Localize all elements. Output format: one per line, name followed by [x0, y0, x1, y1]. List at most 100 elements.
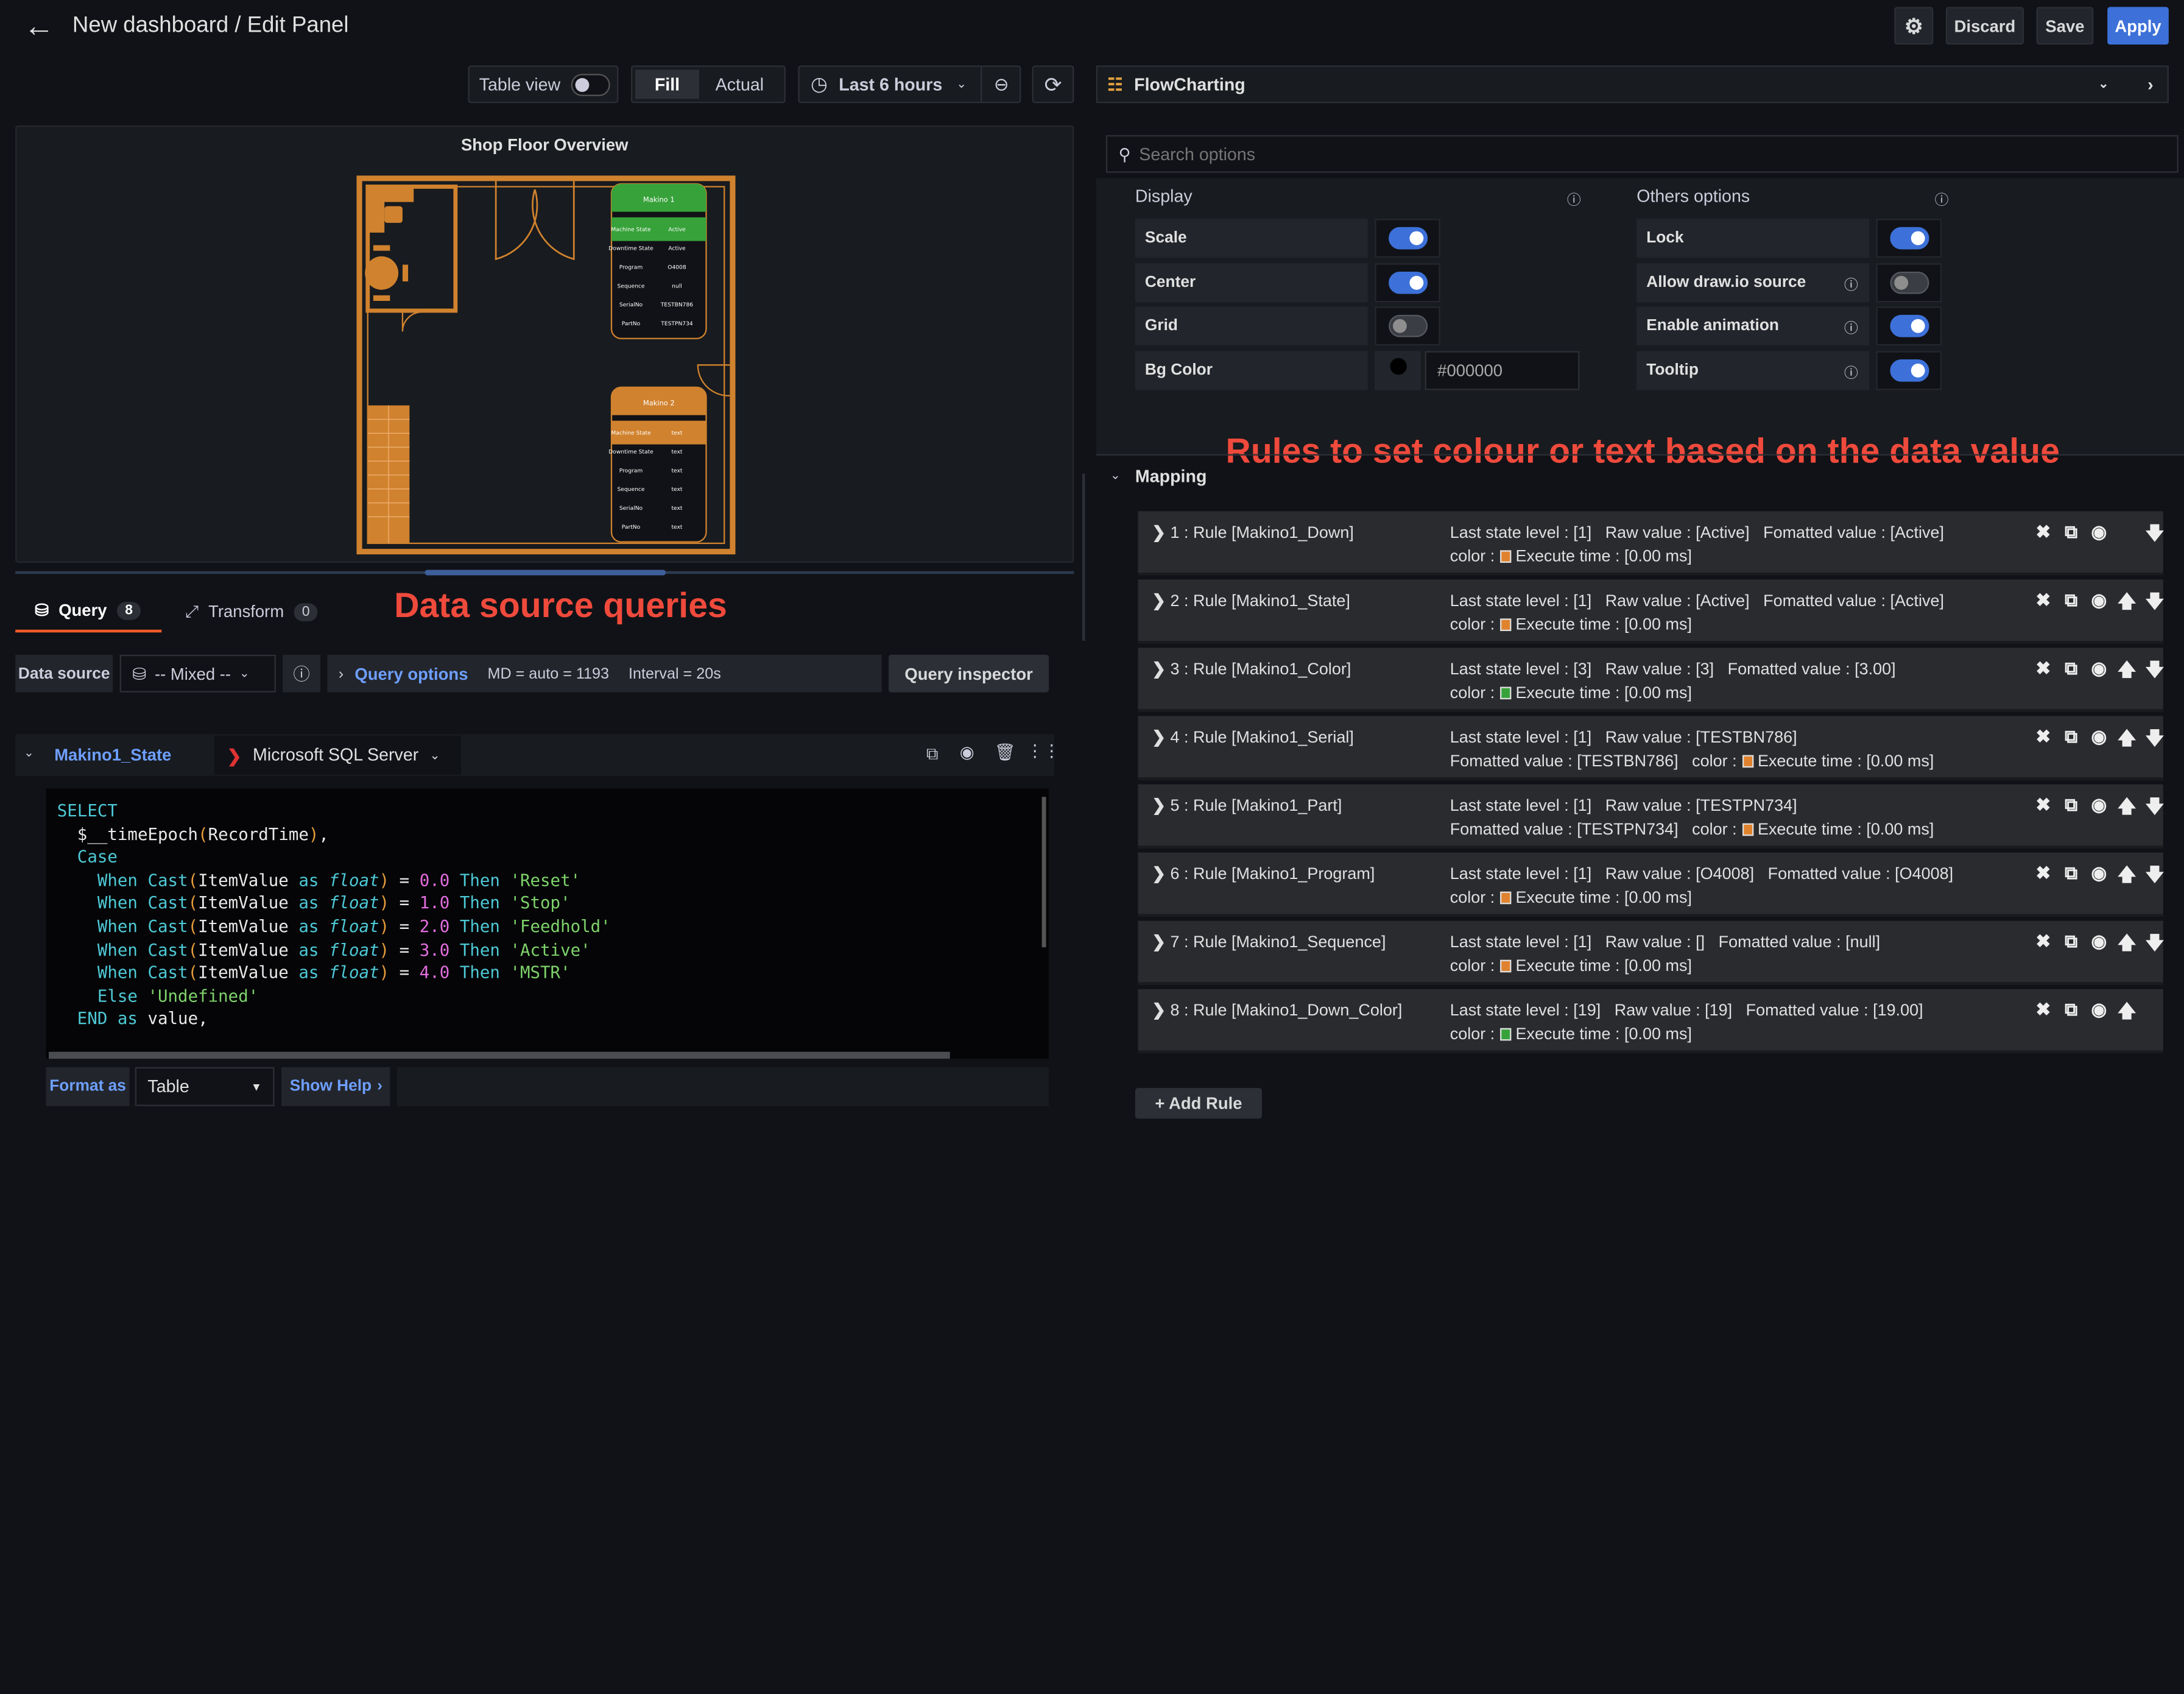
bg-color-swatch[interactable] [1375, 351, 1421, 390]
query-inspector-button[interactable]: Query inspector [889, 654, 1049, 693]
move-down-arrow-icon[interactable]: 🡇 [2141, 521, 2169, 551]
zoom-out-icon[interactable]: ⊖ [981, 66, 1021, 102]
mapping-rule[interactable]: ❯ 2 : Rule [Makino1_State] Last state le… [1138, 579, 2164, 644]
sql-editor[interactable]: SELECT $__timeEpoch(RecordTime), Case Wh… [46, 788, 1049, 1059]
tab-query[interactable]: ⛁ Query 8 [15, 591, 162, 633]
option-toggle[interactable] [1889, 271, 1929, 294]
rule-title[interactable]: ❯ 1 : Rule [Makino1_Down] [1152, 523, 1354, 542]
mapping-collapse-chevron-icon[interactable]: ⌄ [1110, 468, 1121, 483]
move-down-arrow-icon[interactable]: 🡇 [2141, 863, 2169, 893]
refresh-icon[interactable]: ⟳ [1032, 65, 1074, 104]
hide-rule-eye-icon[interactable]: ◉ [2085, 863, 2113, 893]
toggle-visibility-eye-icon[interactable]: ◉ [960, 743, 974, 762]
move-up-arrow-icon[interactable]: 🡅 [2113, 999, 2141, 1029]
rule-title[interactable]: ❯ 6 : Rule [Makino1_Program] [1152, 864, 1375, 883]
drag-handle-icon[interactable]: ⋮⋮ [1027, 741, 1060, 761]
bg-color-input[interactable]: #000000 [1425, 351, 1580, 390]
delete-rule-x-icon[interactable]: ✖ [2029, 863, 2057, 893]
delete-rule-x-icon[interactable]: ✖ [2029, 657, 2057, 688]
hide-rule-eye-icon[interactable]: ◉ [2085, 999, 2113, 1029]
mapping-rule[interactable]: ❯ 5 : Rule [Makino1_Part] Last state lev… [1138, 784, 2164, 849]
copy-rule-icon[interactable]: ⧉ [2057, 521, 2085, 551]
editor-horizontal-scrollbar[interactable] [49, 1051, 950, 1059]
copy-rule-icon[interactable]: ⧉ [2057, 794, 2085, 825]
rule-title[interactable]: ❯ 4 : Rule [Makino1_Serial] [1152, 727, 1354, 747]
move-up-arrow-icon[interactable]: 🡅 [2113, 589, 2141, 619]
option-toggle[interactable] [1889, 314, 1929, 337]
help-icon[interactable]: ⓘ [283, 654, 321, 693]
copy-rule-icon[interactable]: ⧉ [2057, 999, 2085, 1029]
pane-resize-handle[interactable] [1082, 473, 1085, 641]
copy-rule-icon[interactable]: ⧉ [2057, 726, 2085, 757]
mapping-section-title[interactable]: Mapping [1135, 467, 1207, 486]
move-up-arrow-icon[interactable]: 🡅 [2113, 931, 2141, 961]
add-rule-button[interactable]: + Add Rule [1135, 1088, 1263, 1119]
copy-rule-icon[interactable]: ⧉ [2057, 589, 2085, 619]
option-toggle[interactable] [1387, 314, 1428, 337]
tab-transform[interactable]: ⤢ Transform 0 [185, 591, 319, 633]
option-toggle[interactable] [1889, 359, 1929, 382]
move-up-arrow-icon[interactable]: 🡅 [2113, 726, 2141, 757]
delete-rule-x-icon[interactable]: ✖ [2029, 794, 2057, 825]
copy-rule-icon[interactable]: ⧉ [2057, 863, 2085, 893]
delete-trash-icon[interactable]: 🗑 [995, 743, 1016, 762]
delete-rule-x-icon[interactable]: ✖ [2029, 999, 2057, 1029]
fill-button[interactable]: Fill [635, 69, 700, 99]
copy-rule-icon[interactable]: ⧉ [2057, 931, 2085, 961]
option-toggle[interactable] [1387, 227, 1428, 250]
move-down-arrow-icon[interactable]: 🡇 [2141, 794, 2169, 825]
move-up-arrow-icon[interactable]: 🡅 [2113, 794, 2141, 825]
move-up-arrow-icon[interactable]: 🡅 [2113, 657, 2141, 688]
mapping-rule[interactable]: ❯ 7 : Rule [Makino1_Sequence] Last state… [1138, 920, 2164, 985]
search-options-field[interactable] [1139, 144, 1975, 164]
rule-title[interactable]: ❯ 3 : Rule [Makino1_Color] [1152, 659, 1351, 679]
hide-rule-eye-icon[interactable]: ◉ [2085, 794, 2113, 825]
mapping-rule[interactable]: ❯ 3 : Rule [Makino1_Color] Last state le… [1138, 648, 2164, 712]
query-datasource-select[interactable]: ❯ Microsoft SQL Server ⌄ [214, 735, 461, 775]
show-help-button[interactable]: Show Help › [281, 1067, 390, 1106]
delete-rule-x-icon[interactable]: ✖ [2029, 521, 2057, 551]
settings-gear-icon[interactable]: ⚙ [1894, 7, 1934, 45]
query-options[interactable]: › Query options MD = auto = 1193 Interva… [327, 654, 882, 693]
move-down-arrow-icon[interactable]: 🡇 [2141, 657, 2169, 688]
mapping-rule[interactable]: ❯ 8 : Rule [Makino1_Down_Color] Last sta… [1138, 989, 2163, 1053]
apply-button[interactable]: Apply [2107, 7, 2169, 45]
data-source-select[interactable]: ⛁ -- Mixed -- ⌄ [119, 654, 276, 693]
mapping-rule[interactable]: ❯ 6 : Rule [Makino1_Program] Last state … [1138, 852, 2164, 917]
hide-rule-eye-icon[interactable]: ◉ [2085, 657, 2113, 688]
mapping-rule[interactable]: ❯ 1 : Rule [Makino1_Down] Last state lev… [1138, 511, 2164, 576]
hide-rule-eye-icon[interactable]: ◉ [2085, 521, 2113, 551]
copy-rule-icon[interactable]: ⧉ [2057, 657, 2085, 688]
discard-button[interactable]: Discard [1945, 7, 2024, 45]
time-picker[interactable]: ◷ Last 6 hours ⌄ ⊖ [798, 65, 1021, 104]
table-view-switch[interactable] [571, 73, 611, 96]
option-toggle[interactable] [1889, 227, 1929, 250]
table-view-toggle[interactable]: Table view [468, 65, 619, 104]
option-toggle[interactable] [1387, 271, 1428, 294]
collapse-pane-chevron-icon[interactable]: › [2147, 74, 2154, 94]
move-down-arrow-icon[interactable]: 🡇 [2141, 931, 2169, 961]
rule-title[interactable]: ❯ 5 : Rule [Makino1_Part] [1152, 796, 1342, 815]
delete-rule-x-icon[interactable]: ✖ [2029, 931, 2057, 961]
duplicate-query-icon[interactable]: ⧉ [926, 744, 939, 764]
delete-rule-x-icon[interactable]: ✖ [2029, 589, 2057, 619]
actual-button[interactable]: Actual [699, 74, 780, 94]
move-down-arrow-icon[interactable]: 🡇 [2141, 726, 2169, 757]
query-options-link[interactable]: Query options [354, 664, 468, 683]
hide-rule-eye-icon[interactable]: ◉ [2085, 589, 2113, 619]
back-arrow-icon[interactable]: ← [24, 9, 54, 44]
hide-rule-eye-icon[interactable]: ◉ [2085, 726, 2113, 757]
rule-title[interactable]: ❯ 2 : Rule [Makino1_State] [1152, 591, 1350, 610]
move-up-arrow-icon[interactable]: 🡅 [2113, 863, 2141, 893]
visualization-picker[interactable]: ☷ FlowCharting ⌄ › [1096, 65, 2169, 104]
search-options-input[interactable]: ⚲ [1105, 135, 2179, 173]
format-as-select[interactable]: Table ▼ [135, 1067, 275, 1106]
rule-title[interactable]: ❯ 7 : Rule [Makino1_Sequence] [1152, 932, 1386, 951]
editor-vertical-scrollbar[interactable] [1041, 797, 1046, 948]
rule-title[interactable]: ❯ 8 : Rule [Makino1_Down_Color] [1152, 1000, 1402, 1020]
hide-rule-eye-icon[interactable]: ◉ [2085, 931, 2113, 961]
move-down-arrow-icon[interactable]: 🡇 [2141, 589, 2169, 619]
splitter-handle[interactable] [424, 570, 666, 576]
save-button[interactable]: Save [2036, 7, 2094, 45]
collapse-chevron-icon[interactable]: ⌄ [24, 746, 34, 761]
